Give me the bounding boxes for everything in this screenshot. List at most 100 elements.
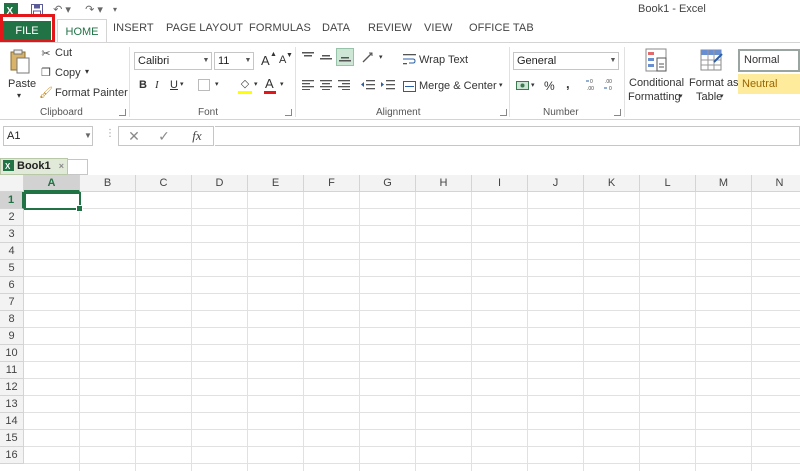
- row-header[interactable]: 13: [0, 396, 24, 413]
- column-header[interactable]: B: [80, 175, 136, 192]
- row-header[interactable]: 8: [0, 311, 24, 328]
- style-neutral[interactable]: Neutral: [738, 74, 800, 94]
- accounting-format-icon[interactable]: [515, 78, 529, 92]
- row-header[interactable]: 5: [0, 260, 24, 277]
- tab-insert[interactable]: INSERT: [113, 22, 154, 34]
- row-header[interactable]: 1: [0, 192, 24, 209]
- cut-icon[interactable]: ✂: [40, 47, 52, 60]
- conditional-formatting-label2[interactable]: Formatting: [628, 91, 681, 103]
- merge-center-icon[interactable]: [402, 79, 416, 93]
- select-all-corner[interactable]: [0, 175, 24, 192]
- row-header[interactable]: 3: [0, 226, 24, 243]
- cell-area[interactable]: [24, 192, 800, 471]
- number-format-select[interactable]: General ▼: [513, 52, 619, 70]
- clipboard-launcher-icon[interactable]: [119, 109, 126, 116]
- conditional-formatting-label1[interactable]: Conditional: [629, 77, 684, 89]
- column-header[interactable]: F: [304, 175, 360, 192]
- row-header[interactable]: 16: [0, 447, 24, 464]
- new-workbook-tab[interactable]: [68, 159, 88, 175]
- column-header[interactable]: H: [416, 175, 472, 192]
- conditional-dropdown-icon[interactable]: ▾: [679, 92, 683, 100]
- row-header[interactable]: 9: [0, 328, 24, 345]
- font-color-dropdown-icon[interactable]: ▾: [280, 80, 284, 88]
- wrap-text-icon[interactable]: [402, 52, 416, 66]
- number-launcher-icon[interactable]: [614, 109, 621, 116]
- row-header[interactable]: 7: [0, 294, 24, 311]
- undo-icon[interactable]: ↶ ▾: [52, 1, 72, 18]
- fill-color-icon[interactable]: ◇: [238, 76, 252, 90]
- tab-home[interactable]: HOME: [57, 19, 107, 43]
- column-header[interactable]: K: [584, 175, 640, 192]
- tab-office-tab[interactable]: OFFICE TAB: [469, 22, 534, 34]
- close-icon[interactable]: ×: [59, 159, 64, 174]
- column-header[interactable]: I: [472, 175, 528, 192]
- column-header[interactable]: D: [192, 175, 248, 192]
- format-painter-icon[interactable]: 🖌: [39, 86, 53, 99]
- column-header[interactable]: L: [640, 175, 696, 192]
- column-header[interactable]: M: [696, 175, 752, 192]
- font-size-select[interactable]: 11 ▼: [214, 52, 254, 70]
- font-name-select[interactable]: Calibri ▼: [134, 52, 212, 70]
- align-center-icon[interactable]: [318, 78, 334, 92]
- font-launcher-icon[interactable]: [285, 109, 292, 116]
- tab-formulas[interactable]: FORMULAS: [249, 22, 311, 34]
- workbook-tab[interactable]: X Book1 ×: [0, 158, 68, 175]
- italic-button[interactable]: I: [155, 79, 159, 91]
- cancel-icon[interactable]: ✕: [127, 128, 141, 144]
- column-header[interactable]: E: [248, 175, 304, 192]
- merge-center-button[interactable]: Merge & Center: [419, 80, 497, 92]
- decrease-indent-icon[interactable]: [360, 78, 376, 92]
- fill-dropdown-icon[interactable]: ▾: [254, 80, 258, 88]
- redo-icon[interactable]: ↷ ▾: [84, 1, 104, 18]
- merge-dropdown-icon[interactable]: ▾: [499, 81, 503, 89]
- name-box[interactable]: A1: [3, 126, 93, 146]
- borders-icon[interactable]: [197, 78, 211, 92]
- format-table-dropdown-icon[interactable]: ▾: [720, 92, 724, 100]
- conditional-formatting-icon[interactable]: [644, 47, 670, 75]
- column-header[interactable]: G: [360, 175, 416, 192]
- align-right-icon[interactable]: [336, 78, 352, 92]
- increase-indent-icon[interactable]: [380, 78, 396, 92]
- copy-icon[interactable]: ❐: [40, 66, 52, 79]
- tab-data[interactable]: DATA: [322, 22, 350, 34]
- row-header[interactable]: 15: [0, 430, 24, 447]
- font-color-button[interactable]: A: [265, 76, 274, 91]
- column-header[interactable]: N: [752, 175, 800, 192]
- comma-style-button[interactable]: ,: [566, 76, 570, 91]
- insert-function-button[interactable]: fx: [187, 127, 207, 145]
- format-as-table-label2[interactable]: Table: [696, 91, 722, 103]
- format-as-table-label1[interactable]: Format as: [689, 77, 739, 89]
- column-header[interactable]: C: [136, 175, 192, 192]
- cut-button[interactable]: Cut: [55, 47, 72, 59]
- percent-button[interactable]: %: [544, 79, 555, 93]
- enter-icon[interactable]: ✓: [157, 128, 171, 144]
- tab-page-layout[interactable]: PAGE LAYOUT: [166, 22, 243, 34]
- paste-icon[interactable]: [8, 47, 32, 75]
- row-header[interactable]: 4: [0, 243, 24, 260]
- tab-file[interactable]: FILE: [3, 21, 51, 40]
- borders-dropdown-icon[interactable]: ▾: [215, 80, 219, 88]
- formula-input[interactable]: [215, 126, 800, 146]
- accounting-dropdown-icon[interactable]: ▾: [531, 81, 535, 89]
- increase-decimal-icon[interactable]: 0.00: [585, 77, 601, 93]
- row-header[interactable]: 2: [0, 209, 24, 226]
- customize-qa-icon[interactable]: ▾: [111, 1, 119, 18]
- row-header[interactable]: 6: [0, 277, 24, 294]
- orientation-icon[interactable]: [360, 50, 378, 64]
- underline-dropdown-icon[interactable]: ▾: [180, 80, 184, 88]
- paste-dropdown-icon[interactable]: ▾: [17, 91, 21, 100]
- tab-view[interactable]: VIEW: [424, 22, 453, 34]
- bottom-align-icon[interactable]: [336, 48, 354, 66]
- align-left-icon[interactable]: [300, 78, 316, 92]
- worksheet-grid[interactable]: A B C D E F G H I J K L M N 1 2 3 4 5 6 7 8 9 10 11 12 13 14 15 16: [0, 175, 800, 471]
- alignment-launcher-icon[interactable]: [500, 109, 507, 116]
- format-as-table-icon[interactable]: [699, 47, 725, 75]
- format-painter-button[interactable]: Format Painter: [55, 87, 128, 99]
- copy-dropdown-icon[interactable]: ▾: [85, 67, 89, 76]
- row-header[interactable]: 11: [0, 362, 24, 379]
- save-icon[interactable]: [29, 1, 45, 18]
- paste-button[interactable]: Paste: [8, 78, 36, 90]
- active-cell[interactable]: [24, 192, 83, 212]
- column-header[interactable]: A: [24, 175, 80, 192]
- style-normal[interactable]: Normal: [738, 49, 800, 72]
